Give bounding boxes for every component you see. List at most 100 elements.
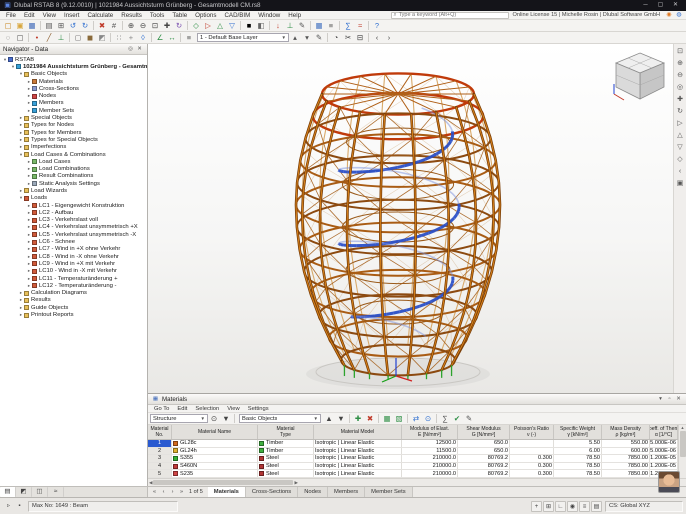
shear-modulus-cell[interactable]: 80769.2 <box>458 470 510 477</box>
table-row-material-gl28c[interactable]: 1GL28cTimberIsotropic | Linear Elastic12… <box>148 440 678 448</box>
thermal-coeff-cell[interactable]: 5.000E-06 <box>650 440 678 447</box>
thermal-coeff-cell[interactable]: 1.200E-05 <box>650 455 678 462</box>
table-tab-member-sets[interactable]: Member Sets <box>365 487 412 497</box>
tree-item-lc9-wind-in-x-mit-verkehr[interactable]: ▸LC9 - Wind in +X mit Verkehr <box>0 260 147 267</box>
material-name-cell[interactable]: S235 <box>172 470 258 477</box>
tree-item-lc4-verkehrslast-unsymmetrisch-x[interactable]: ▸LC4 - Verkehrslast unsymmetrisch +X <box>0 224 147 231</box>
panel-menu-icon[interactable]: ▾ <box>656 395 665 404</box>
tree-item-guide-objects[interactable]: ▸Guide Objects <box>0 304 147 311</box>
new-member-icon[interactable]: ╱ <box>43 32 55 43</box>
material-model-cell[interactable]: Isotropic | Linear Elastic <box>314 440 402 447</box>
rotate-view-icon[interactable]: ↻ <box>675 106 686 117</box>
table-tab-nodes[interactable]: Nodes <box>298 487 328 497</box>
table-row-material-gl24h[interactable]: 2GL24hTimberIsotropic | Linear Elastic11… <box>148 448 678 456</box>
isometric-view-icon[interactable]: ◇ <box>675 154 686 165</box>
table-panel-icon[interactable]: ▦ <box>151 395 160 404</box>
view-z-icon[interactable]: ▽ <box>675 142 686 153</box>
tree-item-rstab[interactable]: ▾RSTAB <box>0 56 147 63</box>
show-numbering-icon[interactable]: ✎ <box>296 20 308 31</box>
menu-insert[interactable]: Insert <box>60 11 83 20</box>
material-model-cell[interactable]: Isotropic | Linear Elastic <box>314 463 402 470</box>
row-down-icon[interactable]: ▼ <box>335 413 347 424</box>
material-model-cell[interactable]: Isotropic | Linear Elastic <box>314 470 402 477</box>
menu-edit[interactable]: Edit <box>20 11 39 20</box>
material-type-cell[interactable]: Steel <box>258 470 314 477</box>
row-number-cell[interactable]: 3 <box>148 455 172 462</box>
layer-combobox[interactable]: 1 - Default Base Layer ▼ <box>197 33 289 42</box>
show-loads-icon[interactable]: ↓ <box>272 20 284 31</box>
table-search-icon[interactable]: ⊙ <box>208 413 220 424</box>
tree-item-types-for-nodes[interactable]: ▸Types for Nodes <box>0 122 147 129</box>
view-in-z-icon[interactable]: ▽ <box>226 20 238 31</box>
pin-icon[interactable]: ◎ <box>126 45 135 54</box>
maximize-icon[interactable]: ▢ <box>653 0 668 11</box>
show-supports-icon[interactable]: ⊥ <box>284 20 296 31</box>
menu-help[interactable]: Help <box>284 11 305 20</box>
shear-modulus-cell[interactable]: 650.0 <box>458 440 510 447</box>
shear-modulus-cell[interactable]: 650.0 <box>458 448 510 455</box>
column-header-material-type[interactable]: MaterialType <box>258 425 314 439</box>
transparent-display-icon[interactable]: ◩ <box>96 32 108 43</box>
minimize-icon[interactable]: ─ <box>638 0 653 11</box>
scrollbar-thumb[interactable] <box>153 480 293 485</box>
table-row-material-s355[interactable]: 3S355SteelIsotropic | Linear Elastic2100… <box>148 455 678 463</box>
previous-view-icon[interactable]: ‹ <box>371 32 383 43</box>
row-number-cell[interactable]: 2 <box>148 448 172 455</box>
open-model-icon[interactable]: ▣ <box>14 20 26 31</box>
tree-item-lc1-eigengewicht-konstruktion[interactable]: ▸LC1 - Eigengewicht Konstruktion <box>0 202 147 209</box>
material-name-cell[interactable]: GL28c <box>172 440 258 447</box>
layers-icon[interactable]: ≡ <box>183 32 195 43</box>
table-tab-cross-sections[interactable]: Cross-Sections <box>246 487 298 497</box>
tree-item-cross-sections[interactable]: ▸Cross-Sections <box>0 85 147 92</box>
mass-density-cell[interactable]: 7850.00 <box>602 463 650 470</box>
print-icon[interactable]: ▤ <box>43 20 55 31</box>
table-settings-icon[interactable]: ✎ <box>463 413 475 424</box>
shear-modulus-cell[interactable]: 80769.2 <box>458 455 510 462</box>
menu-options[interactable]: Options <box>191 11 220 20</box>
column-header-mass-density-kg-m[interactable]: Mass Densityρ [kg/m³] <box>602 425 650 439</box>
row-up-icon[interactable]: ▲ <box>323 413 335 424</box>
menu-cad-bim[interactable]: CAD/BIM <box>220 11 254 20</box>
poisson-cell[interactable] <box>510 440 554 447</box>
row-number-cell[interactable]: 4 <box>148 463 172 470</box>
scroll-right-icon[interactable]: ▶ <box>294 480 297 486</box>
menu-table[interactable]: Table <box>168 11 191 20</box>
tree-item-types-for-members[interactable]: ▸Types for Members <box>0 129 147 136</box>
poisson-cell[interactable]: 0.300 <box>510 470 554 477</box>
dxf-toggle-icon[interactable]: ▤ <box>591 501 602 512</box>
next-table-icon[interactable]: › <box>168 488 177 497</box>
menu-window[interactable]: Window <box>254 11 284 20</box>
mass-density-cell[interactable]: 7850.00 <box>602 470 650 477</box>
tree-item-loads[interactable]: ▾Loads <box>0 195 147 202</box>
help-icon[interactable]: ? <box>371 20 383 31</box>
float-panel-icon[interactable]: ▫ <box>665 395 674 404</box>
pan-view-icon[interactable]: ✚ <box>675 94 686 105</box>
column-header-material-name[interactable]: Material Name <box>172 425 258 439</box>
zoom-all-icon[interactable]: ◎ <box>675 82 686 93</box>
guidelines-toggle-icon[interactable]: ≡ <box>579 501 590 512</box>
account-icon[interactable]: ◍ <box>674 11 684 20</box>
view-in-y-icon[interactable]: △ <box>214 20 226 31</box>
check-entries-icon[interactable]: ✔ <box>451 413 463 424</box>
tree-item-result-combinations[interactable]: ▸Result Combinations <box>0 173 147 180</box>
model-3d-view[interactable] <box>148 44 673 393</box>
select-window-icon[interactable]: ▢ <box>14 32 26 43</box>
tab-data-icon[interactable]: ▤ <box>0 487 16 497</box>
material-type-cell[interactable]: Steel <box>258 463 314 470</box>
menu-calculate[interactable]: Calculate <box>83 11 117 20</box>
tree-item-results[interactable]: ▸Results <box>0 297 147 304</box>
keyword-search[interactable]: ⌕ <box>391 12 509 19</box>
copy-icon[interactable]: ⊞ <box>55 20 67 31</box>
tree-item-lc8-wind-in-x-ohne-verkehr[interactable]: ▸LC8 - Wind in -X ohne Verkehr <box>0 253 147 260</box>
delete-row-icon[interactable]: ✖ <box>364 413 376 424</box>
table-filter-icon[interactable]: ▼ <box>220 413 232 424</box>
rotate-view-icon[interactable]: ↻ <box>173 20 185 31</box>
specific-weight-cell[interactable]: 78.50 <box>554 455 602 462</box>
mass-density-cell[interactable]: 550.00 <box>602 440 650 447</box>
next-view-icon[interactable]: › <box>383 32 395 43</box>
table-row-material-s235[interactable]: 5S235SteelIsotropic | Linear Elastic2100… <box>148 470 678 478</box>
background-color-icon[interactable]: ■ <box>243 20 255 31</box>
ortho-toggle-icon[interactable]: ∟ <box>555 501 566 512</box>
tree-item-load-combinations[interactable]: ▸Load Combinations <box>0 165 147 172</box>
table-vertical-scrollbar[interactable]: ▲ <box>678 425 686 478</box>
